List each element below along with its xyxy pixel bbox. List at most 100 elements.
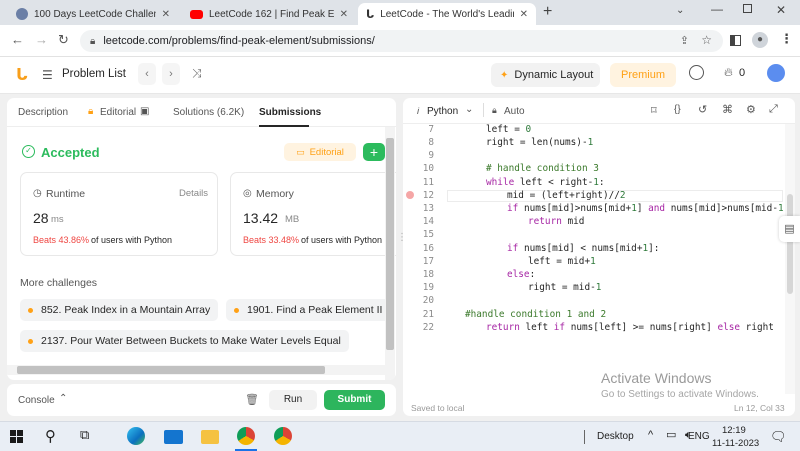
notes-side-icon[interactable]: ▤ [779,216,800,242]
new-tab-icon[interactable]: + [543,3,552,21]
leetcode-favicon-icon: ᒐ [366,8,375,21]
tab-editorial[interactable]: Editorial [100,107,136,118]
close-icon[interactable]: ✕ [520,9,528,20]
details-link[interactable]: Details [179,188,208,199]
run-button[interactable]: Run [269,390,317,410]
vertical-scrollbar[interactable] [385,127,395,380]
prev-problem-button[interactable]: ‹ [138,63,156,85]
problem-list-link[interactable]: Problem List [62,68,126,80]
code-editor-panel: i Python ⌄ 🔒︎ Auto ⌑ {} ↺ ⌘ ⚙ ⤢ 7 left =… [403,98,795,416]
memory-card[interactable]: ◎ Memory 13.42 MB Beats 33.48% of users … [230,172,396,256]
tray-chevron-icon[interactable]: ^ [648,429,653,441]
braces-icon[interactable]: {} [674,104,681,115]
side-panel-icon[interactable] [730,35,741,46]
windows-start-icon[interactable] [10,430,24,444]
line-number: 7 [428,124,434,135]
memory-chip-icon: ◎ [243,188,252,199]
settings-gear-icon[interactable]: ⚙ [746,103,756,116]
bookmark-star-icon[interactable]: ☆ [701,33,712,47]
search-icon[interactable]: ⚲ [45,427,65,447]
challenge-chip-852[interactable]: 852. Peak Index in a Mountain Array [20,299,219,321]
next-problem-button[interactable]: › [162,63,180,85]
vertical-scrollbar-thumb[interactable] [386,138,394,350]
runtime-card[interactable]: ◷ Runtime Details 28 ms Beats 43.86% of … [20,172,218,256]
sparkle-icon: ✦ [500,69,509,81]
desktop-toolbar[interactable]: Desktop [597,431,634,442]
shortcut-icon[interactable]: ⌘ [722,103,733,116]
more-challenges-title: More challenges [20,277,98,289]
window-close-icon[interactable]: ✕ [776,3,786,17]
activate-windows-title: Activate Windows [601,370,712,386]
accepted-status: Accepted [41,145,100,160]
bookmark-icon[interactable]: ⌑ [651,104,657,117]
tab-submissions[interactable]: Submissions [259,107,321,118]
line-number: 21 [422,309,434,320]
browser-tab-1[interactable]: 100 Days LeetCode Challenge - … ✕ [8,3,178,25]
editor-scrollbar[interactable] [785,124,795,394]
code-line: return mid [528,216,584,227]
reset-icon[interactable]: ↺ [698,103,707,116]
chevron-down-icon[interactable]: ⌄ [465,104,473,115]
chrome-profile-icon[interactable] [274,427,292,445]
line-number: 10 [422,163,434,174]
code-line: right = mid-1 [528,282,601,293]
close-icon[interactable]: ✕ [340,9,348,20]
challenge-chip-1901[interactable]: 1901. Find a Peak Element II [226,299,391,321]
line-number: 11 [422,177,434,188]
fire-streak-icon[interactable]: 🔥︎ [724,65,733,80]
reload-icon[interactable]: ↻ [58,32,69,48]
horizontal-scrollbar-thumb[interactable] [17,366,325,374]
left-tabbar: Description 🔒︎ Editorial ▣ Solutions (6.… [7,98,396,127]
timer-icon[interactable] [689,65,704,80]
saved-status: Saved to local [411,403,465,413]
profile-icon[interactable]: ● [752,32,768,48]
challenge-chip-2137[interactable]: 2137. Pour Water Between Buckets to Make… [20,330,349,352]
share-icon[interactable]: ⇪ [680,34,689,47]
trash-icon[interactable]: 🗑︎ [245,393,259,406]
dynamic-layout-button[interactable]: ✦ Dynamic Layout [491,63,600,87]
autocomplete-mode[interactable]: Auto [504,106,525,117]
info-icon: i [417,106,420,117]
leetcode-logo-icon[interactable]: ᒐ [16,65,28,85]
code-line: right = len(nums)-1 [486,137,593,148]
chrome-icon[interactable] [237,427,255,445]
url-field[interactable]: 🔒︎ leetcode.com/problems/find-peak-eleme… [80,30,723,52]
forward-icon[interactable]: → [35,32,48,47]
editor-toolbar: i Python ⌄ 🔒︎ Auto ⌑ {} ↺ ⌘ ⚙ ⤢ [403,98,795,124]
runtime-unit: ms [51,214,64,225]
back-icon[interactable]: ← [11,32,24,47]
file-explorer-icon[interactable] [201,430,219,444]
maximize-icon[interactable] [743,4,752,13]
expand-icon[interactable]: ⤢ [769,103,778,116]
add-solution-button[interactable]: + [363,143,385,161]
clock-time[interactable]: 12:19 [722,425,746,436]
shuffle-icon[interactable]: ⤨ [192,66,202,81]
notification-icon[interactable]: 🗨︎ [770,429,787,445]
language-select[interactable]: Python [427,106,458,117]
browser-tab-2[interactable]: LeetCode 162 | Find Peak Eleme… ✕ [182,3,356,25]
mail-icon[interactable] [164,430,183,444]
chevron-up-icon[interactable]: ⌃ [59,393,67,404]
minimize-icon[interactable]: — [711,2,723,16]
browser-tab-3-active[interactable]: ᒐ LeetCode - The World's Leading … ✕ [358,3,536,25]
submit-button[interactable]: Submit [324,390,385,410]
tab-search-icon[interactable]: ⌄ [676,5,684,16]
premium-button[interactable]: Premium [610,63,676,87]
challenge-title: 1901. Find a Peak Element II [247,304,383,316]
network-icon[interactable]: ▭ [666,428,676,441]
language-indicator[interactable]: ENG [688,431,710,442]
menu-kebab-icon[interactable]: ⋮ [780,31,793,47]
tab-description[interactable]: Description [18,107,68,118]
task-view-icon[interactable]: ⧉ [80,427,100,447]
console-toggle[interactable]: Console [18,395,55,406]
close-icon[interactable]: ✕ [162,9,170,20]
editor-scrollbar-thumb[interactable] [787,194,793,294]
line-number: 17 [422,256,434,267]
clock-date[interactable]: 11-11-2023 [712,438,759,449]
tab-solutions[interactable]: Solutions (6.2K) [173,107,244,118]
list-icon: ☰ [42,68,53,82]
editorial-button[interactable]: ▭ Editorial [284,143,356,161]
user-avatar[interactable] [767,64,785,82]
horizontal-scrollbar[interactable] [7,365,385,375]
edge-browser-icon[interactable] [127,427,145,445]
